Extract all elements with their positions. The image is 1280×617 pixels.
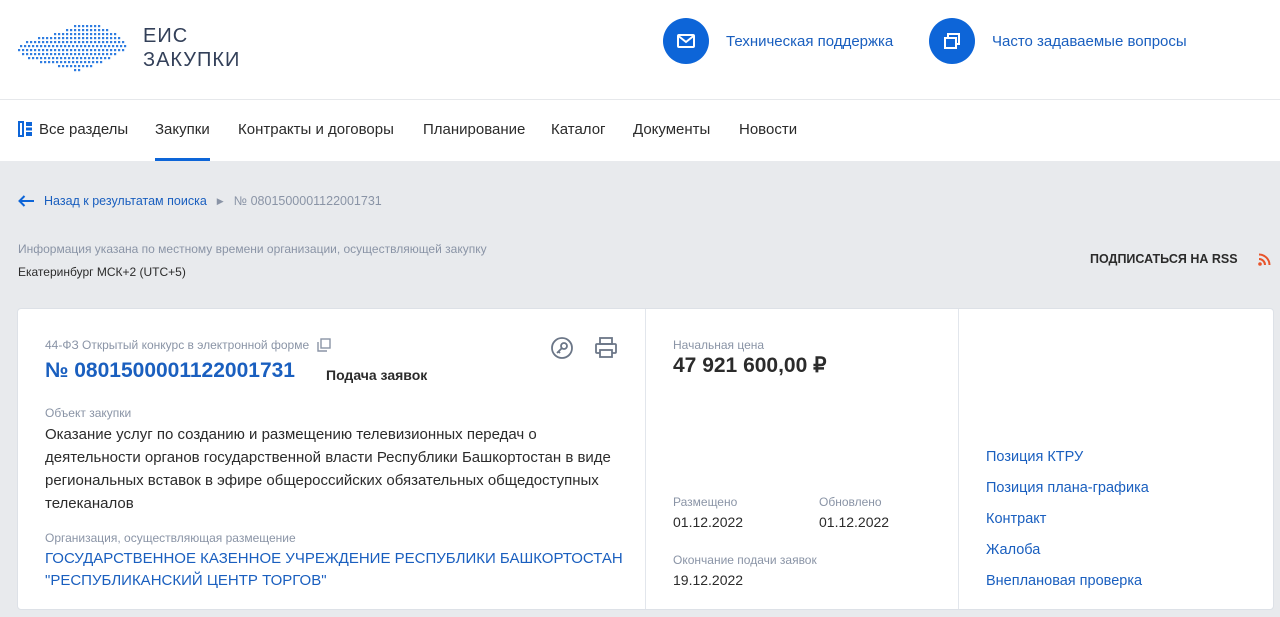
nav-item-planning[interactable]: Планирование xyxy=(423,100,525,161)
registry-number[interactable]: № 0801500001122001731 xyxy=(45,359,295,383)
deadline-value: 19.12.2022 xyxy=(673,572,744,588)
contract-link[interactable]: Контракт xyxy=(986,511,1046,527)
nav-item-documents[interactable]: Документы xyxy=(633,100,710,161)
timezone-note: Информация указана по местному времени о… xyxy=(18,242,487,256)
posted-label: Размещено xyxy=(673,495,738,509)
copy-icon[interactable] xyxy=(317,338,331,352)
object-label: Объект закупки xyxy=(45,406,132,420)
back-to-results-link[interactable]: Назад к результатам поиска xyxy=(18,194,207,208)
schedule-plan-position-link[interactable]: Позиция плана-графика xyxy=(986,480,1149,496)
posted-value: 01.12.2022 xyxy=(673,514,744,530)
faq-link[interactable]: Часто задаваемые вопросы xyxy=(929,18,1187,64)
print-icon[interactable] xyxy=(594,336,618,360)
deadline-label: Окончание подачи заявок xyxy=(673,553,817,567)
tech-support-link[interactable]: Техническая поддержка xyxy=(663,18,893,64)
logo-line2: ЗАКУПКИ xyxy=(143,49,241,71)
faq-label: Часто задаваемые вопросы xyxy=(992,32,1187,50)
updated-label: Обновлено xyxy=(819,495,882,509)
russia-map-logo-icon[interactable] xyxy=(18,18,128,74)
org-link[interactable]: ГОСУДАРСТВЕННОЕ КАЗЕННОЕ УЧРЕЖДЕНИЕ РЕСП… xyxy=(45,548,625,592)
complaint-link[interactable]: Жалоба xyxy=(986,542,1040,558)
breadcrumb: Назад к результатам поиска ▶ № 080150000… xyxy=(18,192,382,210)
nav-item-purchases[interactable]: Закупки xyxy=(155,100,210,161)
nav-item-contracts[interactable]: Контракты и договоры xyxy=(238,100,394,161)
mail-icon xyxy=(663,18,709,64)
org-label: Организация, осуществляющая размещение xyxy=(45,531,296,545)
timezone-value: Екатеринбург МСК+2 (UTC+5) xyxy=(18,265,186,279)
caret-right-icon: ▶ xyxy=(216,195,224,206)
rss-label: ПОДПИСАТЬСЯ НА RSS xyxy=(1090,252,1238,266)
ktru-position-link[interactable]: Позиция КТРУ xyxy=(986,449,1083,465)
law-type: 44-ФЗ Открытый конкурс в электронной фор… xyxy=(45,338,331,352)
column-divider xyxy=(958,309,959,609)
unscheduled-inspection-link[interactable]: Внеплановая проверка xyxy=(986,573,1142,589)
nav-item-catalog[interactable]: Каталог xyxy=(551,100,606,161)
site-logo-text[interactable]: ЕИС ЗАКУПКИ xyxy=(143,24,240,72)
key-icon[interactable] xyxy=(550,336,574,360)
stage-badge: Подача заявок xyxy=(326,367,428,383)
arrow-left-icon xyxy=(18,195,34,207)
nav-item-news[interactable]: Новости xyxy=(739,100,797,161)
breadcrumb-current: № 0801500001122001731 xyxy=(233,194,382,208)
nav-all-sections[interactable]: Все разделы xyxy=(18,100,128,161)
price-label: Начальная цена xyxy=(673,338,765,352)
law-type-label: 44-ФЗ Открытый конкурс в электронной фор… xyxy=(45,338,310,352)
logo-line1: ЕИС xyxy=(143,25,189,47)
nav-all-sections-label: Все разделы xyxy=(39,121,129,138)
main-nav: Все разделы Закупки Контракты и договоры… xyxy=(0,100,1280,161)
object-text: Оказание услуг по созданию и размещению … xyxy=(45,426,611,512)
copy-windows-icon xyxy=(929,18,975,64)
price-value: 47 921 600,00 ₽ xyxy=(673,354,827,377)
rss-subscribe-button[interactable]: ПОДПИСАТЬСЯ НА RSS xyxy=(1090,252,1271,266)
site-header: ЕИС ЗАКУПКИ Техническая поддержка Часто … xyxy=(0,0,1280,100)
tech-support-label: Техническая поддержка xyxy=(726,32,894,50)
purchase-card: 44-ФЗ Открытый конкурс в электронной фор… xyxy=(17,308,1274,610)
rss-icon xyxy=(1257,253,1271,266)
sections-tree-icon xyxy=(18,120,32,137)
updated-value: 01.12.2022 xyxy=(819,514,890,530)
back-to-results-label: Назад к результатам поиска xyxy=(44,194,207,208)
column-divider xyxy=(645,309,646,609)
